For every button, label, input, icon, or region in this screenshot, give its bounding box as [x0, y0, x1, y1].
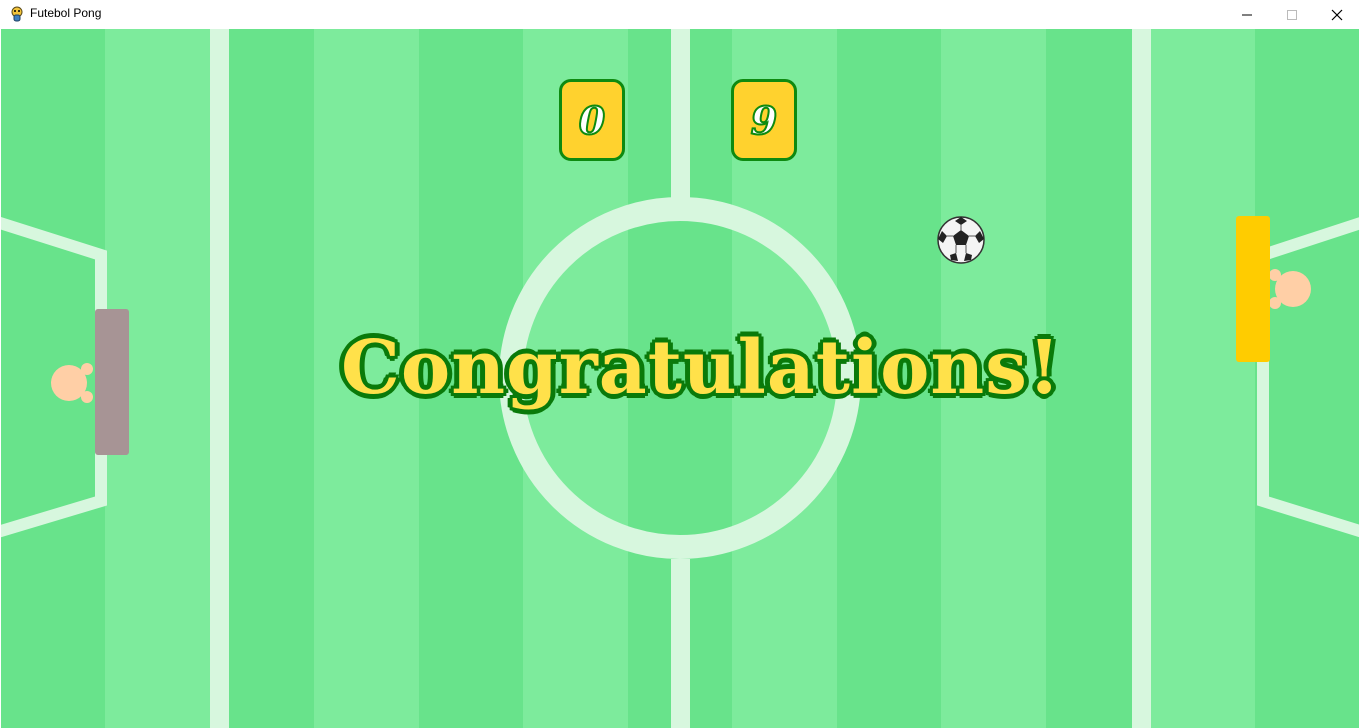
left-score: 0 [578, 97, 606, 144]
congratulations-message: Congratulations! [340, 324, 1062, 413]
pygame-snake-icon [11, 6, 23, 22]
left-hand-icon [51, 363, 93, 403]
close-button[interactable] [1314, 0, 1360, 29]
right-score-box: 9 [731, 79, 797, 161]
right-hand-icon [1269, 269, 1311, 309]
right-score: 9 [750, 97, 778, 144]
game-window: Futebol Pong 0 9 Congratulations! [0, 0, 1360, 728]
soccer-field: 0 9 Congratulations! [1, 29, 1359, 728]
maximize-icon [1287, 9, 1297, 20]
close-icon [1331, 9, 1343, 20]
minimize-button[interactable] [1224, 0, 1270, 29]
left-score-box: 0 [559, 79, 625, 161]
soccer-ball-icon [937, 216, 985, 264]
title-bar[interactable]: Futebol Pong [0, 0, 1360, 29]
window-title: Futebol Pong [30, 6, 102, 20]
maximize-button[interactable] [1269, 0, 1315, 29]
right-paddle [1236, 216, 1270, 362]
left-paddle [95, 309, 129, 455]
minimize-icon [1242, 14, 1252, 15]
